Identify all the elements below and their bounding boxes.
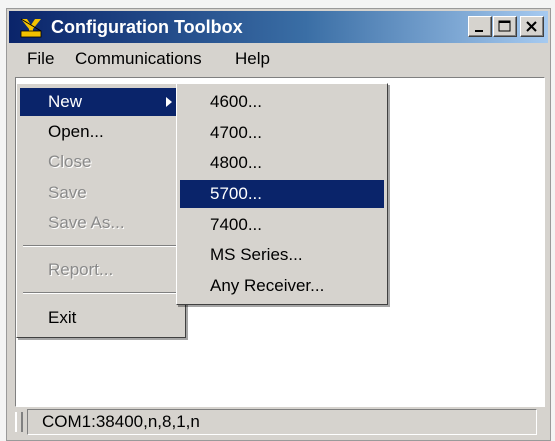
new-submenu-4800[interactable]: 4800... bbox=[180, 149, 384, 177]
new-submenu-4700[interactable]: 4700... bbox=[180, 119, 384, 147]
trimble-toolbox-icon bbox=[20, 18, 42, 38]
menu-communications[interactable]: Communications bbox=[75, 49, 202, 69]
new-submenu-7400[interactable]: 7400... bbox=[180, 211, 384, 239]
file-menu-open[interactable]: Open... bbox=[20, 118, 182, 146]
maximize-button[interactable] bbox=[493, 16, 517, 37]
menu-file[interactable]: File bbox=[27, 49, 54, 69]
file-menu-close: Close bbox=[48, 152, 92, 171]
maximize-icon bbox=[498, 20, 511, 32]
menu-bar: File Communications Help bbox=[9, 45, 548, 73]
new-submenu-5700[interactable]: 5700... bbox=[180, 180, 384, 208]
menu-help[interactable]: Help bbox=[235, 49, 270, 69]
minimize-icon bbox=[475, 30, 483, 32]
file-menu-new-label: New bbox=[48, 92, 83, 111]
window-title: Configuration Toolbox bbox=[51, 17, 243, 37]
new-submenu-ms-series[interactable]: MS Series... bbox=[180, 241, 384, 269]
status-bar: COM1:38400,n,8,1,n bbox=[9, 406, 548, 438]
menu-separator bbox=[23, 292, 179, 294]
status-grip bbox=[15, 412, 23, 432]
new-submenu: 4600... 4700... 4800... 5700... 7400... … bbox=[176, 83, 388, 305]
minimize-button[interactable] bbox=[468, 16, 492, 37]
file-menu-save: Save bbox=[48, 183, 87, 202]
new-submenu-any-receiver[interactable]: Any Receiver... bbox=[180, 272, 384, 300]
chevron-right-icon bbox=[166, 97, 172, 107]
file-menu-save-as: Save As... bbox=[48, 213, 125, 232]
file-menu: New Open... Close Save Save As... Report… bbox=[16, 83, 186, 338]
close-icon bbox=[526, 21, 537, 32]
file-menu-report: Report... bbox=[48, 260, 114, 279]
new-submenu-4600[interactable]: 4600... bbox=[180, 88, 384, 116]
status-text: COM1:38400,n,8,1,n bbox=[27, 409, 537, 435]
file-menu-new[interactable]: New bbox=[20, 88, 182, 116]
title-bar[interactable]: Configuration Toolbox bbox=[9, 11, 548, 43]
menu-separator bbox=[23, 245, 179, 247]
close-button[interactable] bbox=[520, 16, 544, 37]
file-menu-exit[interactable]: Exit bbox=[20, 304, 182, 332]
